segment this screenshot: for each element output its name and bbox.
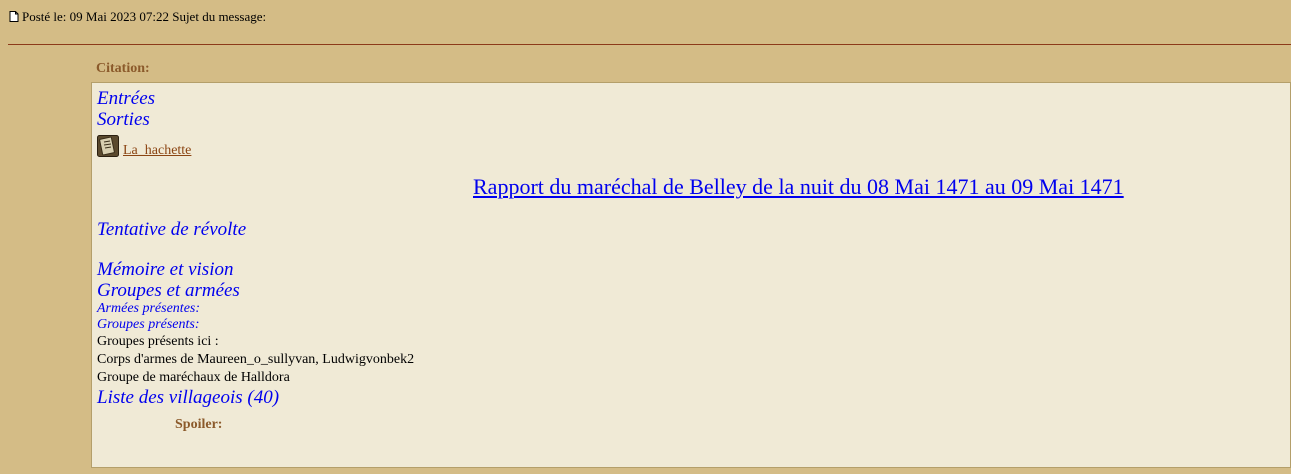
- groupe-item: Corps d'armes de Maureen_o_sullyvan, Lud…: [97, 352, 415, 367]
- hachette-row: La_hachette: [97, 135, 1290, 158]
- post-meta: Posté le: 09 Mai 2023 07:22 Sujet du mes…: [22, 9, 267, 24]
- groupe-item: Groupe de maréchaux de Halldora: [97, 370, 290, 385]
- entrees-link[interactable]: Entrées: [97, 88, 1290, 109]
- memoire-link[interactable]: Mémoire et vision: [97, 259, 1290, 280]
- hachette-link[interactable]: La_hachette: [123, 143, 191, 158]
- citation-label: Citation:: [96, 61, 150, 76]
- book-icon[interactable]: [97, 135, 119, 157]
- villageois-link[interactable]: Liste des villageois (40): [97, 387, 1290, 408]
- groupes-armees-link[interactable]: Groupes et armées: [97, 280, 1290, 301]
- post-header: Posté le: 09 Mai 2023 07:22 Sujet du mes…: [0, 0, 1291, 44]
- sorties-link[interactable]: Sorties: [97, 109, 1290, 130]
- spoiler-label[interactable]: Spoiler:: [175, 417, 222, 433]
- post-separator: [8, 44, 1291, 45]
- rapport-title-link[interactable]: Rapport du maréchal de Belley de la nuit…: [473, 174, 1124, 200]
- quote-box: Entrées Sorties La_hachette Tentative de…: [91, 82, 1291, 468]
- revolte-link[interactable]: Tentative de révolte: [97, 219, 1290, 240]
- post-icon[interactable]: [9, 11, 19, 22]
- groupes-presents-link[interactable]: Groupes présents:: [97, 317, 1290, 333]
- groupes-ici-label: Groupes présents ici :: [97, 334, 219, 349]
- armees-presentes-link[interactable]: Armées présentes:: [97, 301, 1290, 317]
